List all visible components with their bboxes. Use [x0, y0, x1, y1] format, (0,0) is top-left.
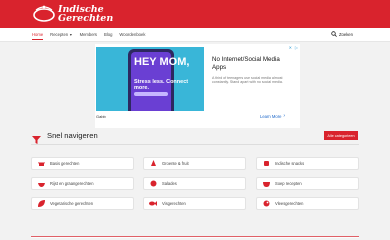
category-label: Visgerechten [162, 201, 186, 206]
nav-item-label: Woordenboek [119, 32, 146, 37]
category-label: Basis gerechten [50, 161, 80, 166]
category-label: Groente & fruit [162, 161, 189, 166]
nav-item-label: Members [79, 32, 98, 37]
search-icon [331, 31, 337, 37]
ad-learn-more-button[interactable]: Learn More › [260, 113, 285, 119]
site-header: Indische Gerechten [0, 0, 390, 28]
site-logo[interactable]: Indische Gerechten [32, 2, 113, 26]
ad-close-icon[interactable]: ✕ [289, 45, 292, 50]
ad-info-icon[interactable]: ▷ [295, 45, 298, 50]
ad-cta-label: Learn More [260, 113, 282, 119]
category-card-vis[interactable]: Visgerechten [143, 197, 246, 210]
category-card-indische-snacks[interactable]: Indische snacks [256, 157, 359, 170]
advertisement[interactable]: HEY MOM, Stress less. Connect more. No I… [95, 44, 300, 128]
snack-icon [262, 160, 270, 168]
category-card-salades[interactable]: Salades [143, 177, 246, 190]
ad-brand: Gabb [96, 114, 106, 119]
section-title: Snel navigeren [47, 131, 98, 140]
logo-line-2: Gerechten [58, 13, 114, 24]
search-label: Zoeken [339, 31, 353, 37]
nav-item-label: Blog [104, 32, 113, 37]
leaf-icon [37, 200, 45, 208]
main-nav: Home Recepten ▼ Members Blog Woordenboek [32, 28, 152, 41]
all-categories-button[interactable]: Alle categorieen [324, 131, 358, 140]
category-label: Soep recepten [275, 181, 302, 186]
category-card-groente-fruit[interactable]: Groente & fruit [143, 157, 246, 170]
category-label: Rijst en graangerechten [50, 181, 94, 186]
nav-item-recepten[interactable]: Recepten ▼ [50, 28, 72, 41]
ad-headline[interactable]: No Internet/Social Media Apps [212, 56, 292, 71]
nav-item-label: Home [32, 32, 44, 37]
nav-item-label: Recepten [50, 32, 69, 37]
chevron-down-icon: ▼ [69, 32, 73, 37]
category-card-vlees[interactable]: Vleesgerechten [256, 197, 359, 210]
category-card-soep[interactable]: Soep recepten [256, 177, 359, 190]
fish-icon [149, 200, 157, 208]
filter-icon [32, 131, 41, 149]
category-card-basis-gerechten[interactable]: Basis gerechten [31, 157, 134, 170]
category-label: Vegetarische gerechten [50, 201, 94, 206]
fruit-icon [149, 160, 157, 168]
ad-footer: Gabb Learn More › [95, 111, 300, 128]
ad-image-subline: Stress less. Connect more. [134, 79, 189, 91]
nav-item-home[interactable]: Home [32, 28, 44, 41]
meat-icon [262, 200, 270, 208]
pot-icon [37, 160, 45, 168]
ad-description: A third of teenagers use social media al… [212, 76, 283, 85]
rice-bowl-icon [37, 180, 45, 188]
next-section-edge [31, 236, 359, 238]
category-label: Vleesgerechten [275, 201, 304, 206]
nav-item-blog[interactable]: Blog [104, 28, 112, 41]
category-card-vegetarisch[interactable]: Vegetarische gerechten [31, 197, 134, 210]
main-nav-bar: Home Recepten ▼ Members Blog Woordenboek… [0, 28, 390, 42]
chevron-right-icon: › [283, 113, 286, 119]
category-label: Salades [162, 181, 177, 186]
ad-image-headline: HEY MOM, [134, 56, 190, 68]
section-divider [31, 144, 359, 145]
logo-pan-icon [32, 4, 56, 24]
soup-icon [262, 180, 270, 188]
salad-icon [149, 180, 157, 188]
category-label: Indische snacks [275, 161, 305, 166]
search-button[interactable]: Zoeken [331, 31, 353, 37]
nav-item-woordenboek[interactable]: Woordenboek [119, 28, 145, 41]
ad-image-bar [134, 92, 168, 96]
category-card-rijst[interactable]: Rijst en graangerechten [31, 177, 134, 190]
nav-item-members[interactable]: Members [80, 28, 97, 41]
